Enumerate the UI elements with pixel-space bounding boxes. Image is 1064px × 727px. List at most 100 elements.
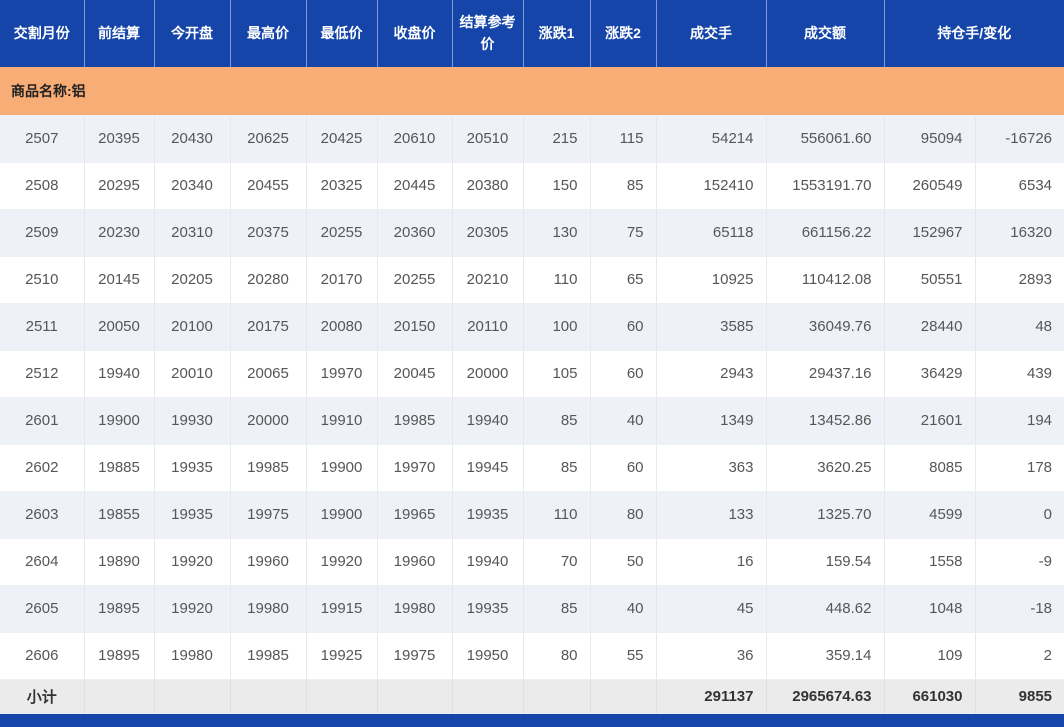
cell: 20510 xyxy=(452,115,524,163)
cell: 20045 xyxy=(377,350,453,398)
cell: 19895 xyxy=(84,585,155,633)
cell: 19970 xyxy=(377,444,453,492)
cell: 19940 xyxy=(452,397,524,445)
cell: 20455 xyxy=(230,162,307,210)
table-header: 交割月份 前结算 今开盘 最高价 最低价 收盘价 结算参考价 涨跌1 涨跌2 成… xyxy=(0,0,1064,67)
cell: 159.54 xyxy=(766,538,885,586)
cell: 19960 xyxy=(230,538,307,586)
col-header-turnover: 成交额 xyxy=(766,0,885,67)
cell: 36049.76 xyxy=(766,303,885,351)
cell: 448.62 xyxy=(766,585,885,633)
subtotal-cell xyxy=(230,679,307,714)
cell: 20380 xyxy=(452,162,524,210)
cell: -9 xyxy=(975,538,1064,586)
cell: 19910 xyxy=(306,397,378,445)
cell: 1558 xyxy=(884,538,976,586)
table-row: 2606 19895 19980 19985 19925 19975 19950 80 55 36… xyxy=(0,632,1064,680)
cell: 20310 xyxy=(154,209,231,257)
cell: 20625 xyxy=(230,115,307,163)
cell: 75 xyxy=(590,209,657,257)
cell-delivery-month: 2604 xyxy=(0,538,85,586)
subtotal-cell: 661030 xyxy=(884,679,976,714)
cell: 2943 xyxy=(656,350,767,398)
cell: 19935 xyxy=(154,491,231,539)
cell: 19980 xyxy=(154,632,231,680)
subtotal-cell: 291137 xyxy=(656,679,767,714)
cell-delivery-month: 2509 xyxy=(0,209,85,257)
cell: -16726 xyxy=(975,115,1064,163)
subtotal-cell xyxy=(377,679,453,714)
cell: 36429 xyxy=(884,350,976,398)
cell: 260549 xyxy=(884,162,976,210)
footer-bar xyxy=(0,714,1064,727)
cell: 48 xyxy=(975,303,1064,351)
cell-delivery-month: 2605 xyxy=(0,585,85,633)
cell: 85 xyxy=(523,585,591,633)
cell: 95094 xyxy=(884,115,976,163)
cell: 152967 xyxy=(884,209,976,257)
col-header-volume: 成交手 xyxy=(656,0,767,67)
cell-delivery-month: 2602 xyxy=(0,444,85,492)
table-row: 2508 20295 20340 20455 20325 20445 20380 150 85 1… xyxy=(0,162,1064,210)
cell: -18 xyxy=(975,585,1064,633)
header-row: 交割月份 前结算 今开盘 最高价 最低价 收盘价 结算参考价 涨跌1 涨跌2 成… xyxy=(0,0,1064,67)
cell: 19985 xyxy=(230,444,307,492)
cell: 2 xyxy=(975,632,1064,680)
commodity-group-row: 商品名称:铝 xyxy=(0,67,1064,116)
cell: 178 xyxy=(975,444,1064,492)
cell: 50551 xyxy=(884,256,976,304)
cell: 19920 xyxy=(154,538,231,586)
cell: 60 xyxy=(590,350,657,398)
col-header-high: 最高价 xyxy=(230,0,307,67)
cell-delivery-month: 2603 xyxy=(0,491,85,539)
cell: 105 xyxy=(523,350,591,398)
col-header-open: 今开盘 xyxy=(154,0,231,67)
cell: 28440 xyxy=(884,303,976,351)
table-row: 2604 19890 19920 19960 19920 19960 19940 70 50 16… xyxy=(0,538,1064,586)
cell: 19890 xyxy=(84,538,155,586)
cell: 85 xyxy=(523,397,591,445)
cell: 19975 xyxy=(230,491,307,539)
cell: 1349 xyxy=(656,397,767,445)
cell: 3620.25 xyxy=(766,444,885,492)
cell: 65 xyxy=(590,256,657,304)
cell: 19940 xyxy=(84,350,155,398)
table-row: 2512 19940 20010 20065 19970 20045 20000 105 60 2… xyxy=(0,350,1064,398)
cell: 19985 xyxy=(377,397,453,445)
cell: 19945 xyxy=(452,444,524,492)
cell: 20445 xyxy=(377,162,453,210)
table-body: 商品名称:铝 2507 20395 20430 20625 20425 20610 2051… xyxy=(0,67,1064,714)
cell: 20065 xyxy=(230,350,307,398)
cell: 215 xyxy=(523,115,591,163)
cell: 115 xyxy=(590,115,657,163)
cell: 133 xyxy=(656,491,767,539)
cell: 661156.22 xyxy=(766,209,885,257)
cell: 4599 xyxy=(884,491,976,539)
futures-quotes-table: 交割月份 前结算 今开盘 最高价 最低价 收盘价 结算参考价 涨跌1 涨跌2 成… xyxy=(0,0,1064,714)
cell: 109 xyxy=(884,632,976,680)
subtotal-cell xyxy=(154,679,231,714)
cell: 20425 xyxy=(306,115,378,163)
cell: 20280 xyxy=(230,256,307,304)
col-header-low: 最低价 xyxy=(306,0,378,67)
cell: 20430 xyxy=(154,115,231,163)
col-header-change1: 涨跌1 xyxy=(523,0,591,67)
subtotal-label: 小计 xyxy=(0,679,85,714)
subtotal-cell xyxy=(452,679,524,714)
cell: 40 xyxy=(590,397,657,445)
cell: 20010 xyxy=(154,350,231,398)
cell: 20050 xyxy=(84,303,155,351)
cell: 60 xyxy=(590,444,657,492)
cell: 19980 xyxy=(230,585,307,633)
cell: 65118 xyxy=(656,209,767,257)
cell: 19900 xyxy=(84,397,155,445)
cell: 19970 xyxy=(306,350,378,398)
table-row: 2507 20395 20430 20625 20425 20610 20510 215 115… xyxy=(0,115,1064,163)
cell: 556061.60 xyxy=(766,115,885,163)
cell: 19935 xyxy=(452,585,524,633)
table-row: 2510 20145 20205 20280 20170 20255 20210 110 65 1… xyxy=(0,256,1064,304)
cell: 1553191.70 xyxy=(766,162,885,210)
cell-delivery-month: 2510 xyxy=(0,256,85,304)
cell: 110 xyxy=(523,256,591,304)
cell: 20230 xyxy=(84,209,155,257)
